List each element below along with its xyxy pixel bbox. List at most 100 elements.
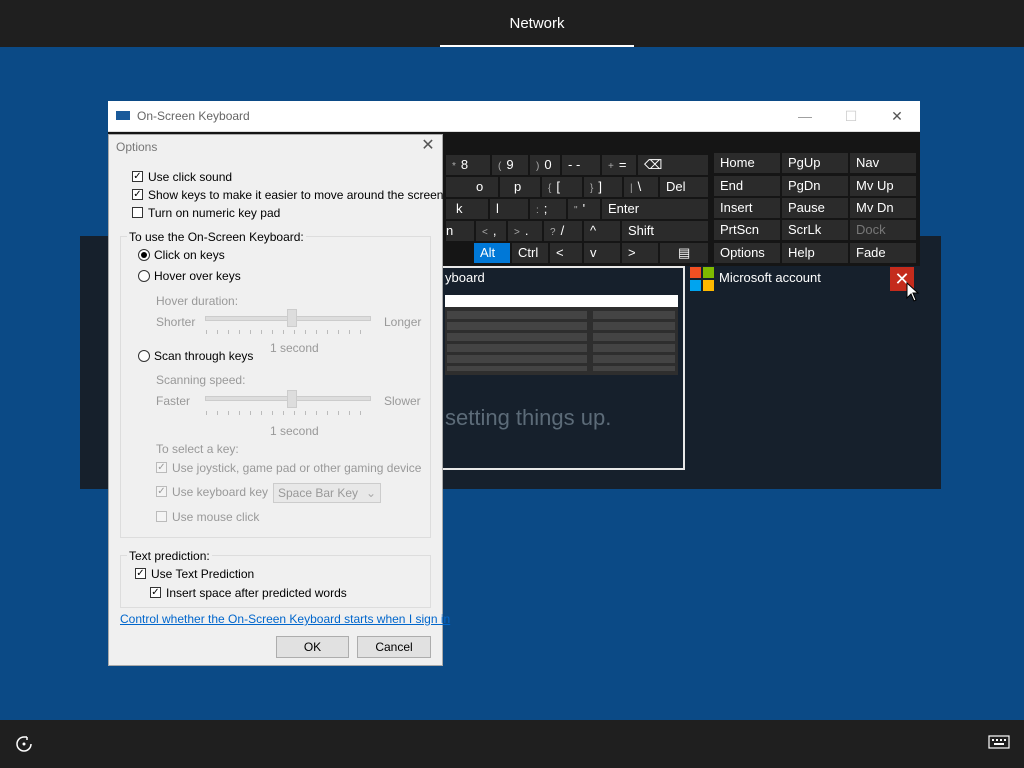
key-k[interactable]: k bbox=[446, 199, 488, 219]
text-prediction-group-label: Text prediction: bbox=[127, 549, 212, 563]
key-slash[interactable]: ? / bbox=[544, 221, 582, 241]
to-select-key-label: To select a key: bbox=[156, 442, 239, 456]
osk-titlebar: On-Screen Keyboard — ☐ ✕ bbox=[108, 101, 920, 132]
use-text-prediction-checkbox[interactable]: ✓ bbox=[135, 568, 146, 579]
use-joystick-checkbox[interactable]: ✓ bbox=[156, 462, 167, 473]
key-pgdn[interactable]: PgDn bbox=[782, 176, 848, 196]
show-keys-label: Show keys to make it easier to move arou… bbox=[148, 188, 444, 202]
keyboard-key-select[interactable]: Space Bar Key ⌄ bbox=[273, 483, 381, 503]
insert-space-label: Insert space after predicted words bbox=[166, 586, 347, 600]
use-joystick-label: Use joystick, game pad or other gaming d… bbox=[172, 461, 422, 475]
click-on-keys-label: Click on keys bbox=[154, 248, 225, 262]
thumbnail-setup-text: setting things up. bbox=[445, 405, 612, 430]
hover-duration-slider-thumb[interactable] bbox=[287, 309, 297, 327]
key-enter[interactable]: Enter bbox=[602, 199, 708, 219]
scan-through-keys-label: Scan through keys bbox=[154, 349, 254, 363]
ok-button[interactable]: OK bbox=[276, 636, 349, 658]
keyboard-icon[interactable] bbox=[988, 734, 1010, 754]
key-mv-dn[interactable]: Mv Dn bbox=[850, 198, 916, 218]
options-title: Options bbox=[116, 140, 158, 154]
key-options[interactable]: Options bbox=[714, 243, 780, 263]
key-prtscn[interactable]: PrtScn bbox=[714, 220, 780, 240]
network-underline bbox=[440, 45, 634, 47]
key-shift[interactable]: Shift bbox=[622, 221, 708, 241]
close-button[interactable]: ✕ bbox=[882, 105, 912, 127]
mouse-cursor-icon bbox=[906, 282, 920, 302]
hover-duration-ticks bbox=[206, 330, 371, 334]
key-pause[interactable]: Pause bbox=[782, 198, 848, 218]
key-semicolon[interactable]: :; bbox=[530, 199, 566, 219]
close-icon[interactable]: ✕ bbox=[418, 136, 438, 156]
shorter-label: Shorter bbox=[156, 315, 196, 329]
scan-through-keys-radio[interactable] bbox=[138, 350, 150, 362]
key-backslash[interactable]: | \ bbox=[624, 177, 658, 197]
key-pgup[interactable]: PgUp bbox=[782, 153, 848, 173]
scanning-speed-label: Scanning speed: bbox=[156, 373, 246, 387]
key-o[interactable]: o bbox=[446, 177, 498, 197]
use-click-sound-label: Use click sound bbox=[148, 170, 233, 184]
hover-over-keys-radio[interactable] bbox=[138, 270, 150, 282]
key-dock[interactable]: Dock bbox=[850, 220, 916, 240]
key-fade[interactable]: Fade bbox=[850, 243, 916, 263]
cancel-button[interactable]: Cancel bbox=[357, 636, 431, 658]
startup-settings-link[interactable]: Control whether the On-Screen Keyboard s… bbox=[120, 612, 450, 626]
top-bar: Network bbox=[0, 0, 1024, 47]
key-down-arrow[interactable]: v bbox=[584, 243, 620, 263]
click-on-keys-radio[interactable] bbox=[138, 249, 150, 261]
key-delete[interactable]: Del bbox=[660, 177, 708, 197]
show-keys-checkbox[interactable]: ✓ bbox=[132, 189, 143, 200]
key-period[interactable]: >. bbox=[508, 221, 542, 241]
key-quote[interactable]: " ' bbox=[568, 199, 600, 219]
key-mv-up[interactable]: Mv Up bbox=[850, 176, 916, 196]
key-end[interactable]: End bbox=[714, 176, 780, 196]
key-p[interactable]: p bbox=[500, 177, 540, 197]
key-insert[interactable]: Insert bbox=[714, 198, 780, 218]
key-equals[interactable]: + = bbox=[602, 155, 636, 175]
faster-label: Faster bbox=[156, 394, 191, 408]
key-0[interactable]: ) 0 bbox=[530, 155, 560, 175]
key-backspace[interactable]: ⌫ bbox=[638, 155, 708, 175]
use-click-sound-checkbox[interactable]: ✓ bbox=[132, 171, 143, 182]
thumbnail-keyboard-preview bbox=[445, 295, 678, 375]
bottom-bar bbox=[0, 720, 1024, 768]
key-alt[interactable]: Alt bbox=[474, 243, 510, 263]
maximize-button[interactable]: ☐ bbox=[836, 105, 866, 127]
key-help[interactable]: Help bbox=[782, 243, 848, 263]
key-nav[interactable]: Nav bbox=[850, 153, 916, 173]
microsoft-account-label[interactable]: Microsoft account bbox=[719, 270, 821, 285]
key-n[interactable]: n bbox=[446, 221, 474, 241]
use-mouse-click-label: Use mouse click bbox=[172, 510, 260, 524]
key-l[interactable]: l bbox=[490, 199, 528, 219]
scanning-speed-value: 1 second bbox=[270, 424, 319, 438]
ease-of-access-icon[interactable] bbox=[14, 734, 34, 754]
key-comma[interactable]: <, bbox=[476, 221, 506, 241]
scanning-speed-slider-thumb[interactable] bbox=[287, 390, 297, 408]
minimize-button[interactable]: — bbox=[790, 105, 820, 127]
key-8[interactable]: * 8 bbox=[446, 155, 490, 175]
use-mouse-click-checkbox[interactable] bbox=[156, 511, 167, 522]
scanning-speed-ticks bbox=[206, 411, 371, 415]
key-9[interactable]: (9 bbox=[492, 155, 528, 175]
key-left-arrow[interactable]: < bbox=[550, 243, 582, 263]
key-home[interactable]: Home bbox=[714, 153, 780, 173]
use-keyboard-key-checkbox[interactable]: ✓ bbox=[156, 486, 167, 497]
hover-duration-label: Hover duration: bbox=[156, 294, 239, 308]
key-minus[interactable]: - - bbox=[562, 155, 600, 175]
keyboard-icon bbox=[116, 111, 130, 120]
use-text-prediction-label: Use Text Prediction bbox=[151, 567, 255, 581]
hover-over-keys-label: Hover over keys bbox=[154, 269, 241, 283]
insert-space-checkbox[interactable]: ✓ bbox=[150, 587, 161, 598]
key-right-arrow[interactable]: > bbox=[622, 243, 658, 263]
longer-label: Longer bbox=[384, 315, 422, 329]
slower-label: Slower bbox=[384, 394, 421, 408]
key-up-arrow[interactable]: ^ bbox=[584, 221, 620, 241]
key-scrlk[interactable]: ScrLk bbox=[782, 220, 848, 240]
key-bracket-close[interactable]: }] bbox=[584, 177, 622, 197]
use-keyboard-key-label: Use keyboard key bbox=[172, 485, 269, 499]
key-menu[interactable]: ▤ bbox=[660, 243, 708, 263]
key-bracket-open[interactable]: {[ bbox=[542, 177, 582, 197]
use-osk-group-label: To use the On-Screen Keyboard: bbox=[127, 230, 306, 244]
key-ctrl[interactable]: Ctrl bbox=[512, 243, 548, 263]
numeric-pad-label: Turn on numeric key pad bbox=[148, 206, 281, 220]
numeric-pad-checkbox[interactable] bbox=[132, 207, 143, 218]
